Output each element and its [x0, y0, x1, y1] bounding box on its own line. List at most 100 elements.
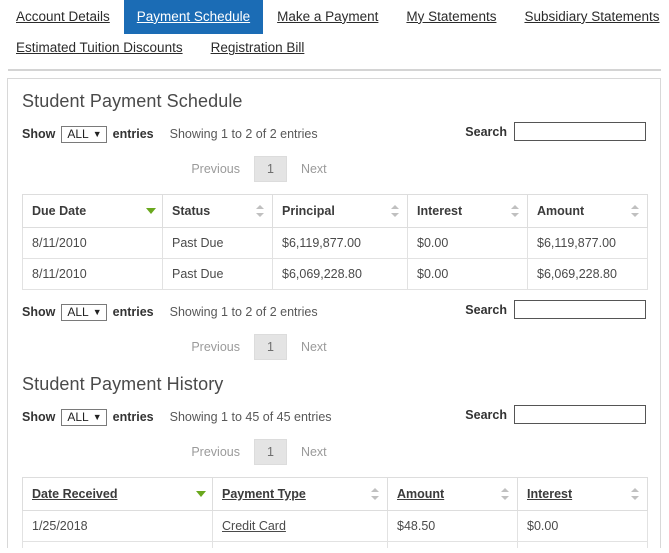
pagination-previous-button[interactable]: Previous: [181, 158, 250, 180]
payment-schedule-table: Due Date Status Principal Interest Amoun…: [22, 194, 648, 290]
pagination-next-button[interactable]: Next: [291, 336, 337, 358]
pagination-previous-button[interactable]: Previous: [181, 441, 250, 463]
chevron-down-icon: ▼: [92, 128, 102, 139]
sort-none-icon: [631, 205, 639, 217]
column-header-principal[interactable]: Principal: [272, 194, 408, 228]
column-header-amount[interactable]: Amount: [387, 477, 518, 511]
cell-status: Past Due: [162, 227, 273, 259]
column-header-amount[interactable]: Amount: [527, 194, 648, 228]
nav-tab-my-statements[interactable]: My Statements: [392, 3, 510, 31]
schedule-search-group-top: Search: [465, 122, 646, 141]
search-label: Search: [465, 124, 507, 139]
column-header-due-date[interactable]: Due Date: [22, 194, 163, 228]
sort-none-icon: [391, 205, 399, 217]
pagination-next-button[interactable]: Next: [291, 441, 337, 463]
cell-payment-type: Credit Card: [212, 541, 388, 548]
table-header-row: Date Received Payment Type Amount Intere…: [22, 477, 648, 511]
entries-label: entries: [112, 410, 154, 424]
entries-per-page-select[interactable]: ALL ▼: [61, 303, 107, 321]
main-navigation: Account Details Payment Schedule Make a …: [0, 0, 669, 71]
search-label: Search: [465, 302, 507, 317]
cell-principal: $6,119,877.00: [272, 227, 408, 259]
table-row: 1/25/2018 Credit Card $48.50 $0.00: [22, 510, 648, 542]
cell-interest: $0.00: [517, 510, 648, 542]
cell-amount: $48.50: [387, 510, 518, 542]
entries-label: entries: [112, 305, 154, 319]
entries-select-value: ALL: [67, 305, 89, 319]
search-label: Search: [465, 407, 507, 422]
pagination-page-1-button[interactable]: 1: [253, 156, 287, 182]
cell-interest: $0.00: [407, 258, 528, 290]
history-show-entries-top: Show ALL ▼ entries: [22, 408, 154, 426]
sort-descending-icon: [146, 205, 156, 217]
cell-amount: $156.00: [387, 541, 518, 548]
nav-tab-make-a-payment[interactable]: Make a Payment: [263, 3, 392, 31]
cell-principal: $6,069,228.80: [272, 258, 408, 290]
entries-per-page-select[interactable]: ALL ▼: [61, 408, 107, 426]
show-label: Show: [22, 410, 56, 424]
payment-history-table: Date Received Payment Type Amount Intere…: [22, 477, 648, 548]
schedule-search-group-bottom: Search: [465, 300, 646, 319]
payment-schedule-title: Student Payment Schedule: [22, 91, 243, 111]
pagination-page-1-button[interactable]: 1: [253, 439, 287, 465]
chevron-down-icon: ▼: [92, 306, 102, 317]
pagination-next-button[interactable]: Next: [291, 158, 337, 180]
cell-due-date: 8/11/2010: [22, 227, 163, 259]
chevron-down-icon: ▼: [92, 411, 102, 422]
payment-history-title: Student Payment History: [22, 374, 224, 394]
cell-status: Past Due: [162, 258, 273, 290]
schedule-search-input-top[interactable]: [514, 122, 646, 141]
cell-amount: $6,119,877.00: [527, 227, 648, 259]
show-label: Show: [22, 127, 56, 141]
nav-tab-estimated-tuition-discounts[interactable]: Estimated Tuition Discounts: [0, 34, 197, 62]
history-search-group-top: Search: [465, 405, 646, 424]
table-header-row: Due Date Status Principal Interest Amoun…: [22, 194, 648, 228]
cell-amount: $6,069,228.80: [527, 258, 648, 290]
pagination-page-1-button[interactable]: 1: [253, 334, 287, 360]
column-header-status[interactable]: Status: [162, 194, 273, 228]
sort-none-icon: [256, 205, 264, 217]
show-label: Show: [22, 305, 56, 319]
cell-due-date: 8/11/2010: [22, 258, 163, 290]
schedule-search-input-bottom[interactable]: [514, 300, 646, 319]
nav-tab-payment-schedule[interactable]: Payment Schedule: [123, 0, 264, 35]
schedule-info-top: Showing 1 to 2 of 2 entries: [169, 127, 318, 141]
schedule-show-entries-top: Show ALL ▼ entries: [22, 125, 154, 143]
nav-row-primary: Account Details Payment Schedule Make a …: [0, 0, 669, 35]
schedule-controls-top: Show ALL ▼ entries Showing 1 to 2 of 2 e…: [22, 122, 646, 146]
cell-payment-type: Credit Card: [212, 510, 388, 542]
cell-date-received: 1/22/2018: [22, 541, 213, 548]
sort-none-icon: [501, 488, 509, 500]
sort-none-icon: [511, 205, 519, 217]
schedule-pagination-bottom: Previous 1 Next: [22, 334, 646, 360]
nav-tab-subsidiary-statements[interactable]: Subsidiary Statements: [510, 3, 669, 31]
entries-label: entries: [112, 127, 154, 141]
entries-per-page-select[interactable]: ALL ▼: [61, 125, 107, 143]
pagination-previous-button[interactable]: Previous: [181, 336, 250, 358]
column-header-interest[interactable]: Interest: [517, 477, 648, 511]
schedule-show-entries-bottom: Show ALL ▼ entries: [22, 303, 154, 321]
table-row: 8/11/2010 Past Due $6,119,877.00 $0.00 $…: [22, 227, 648, 259]
nav-tab-account-details[interactable]: Account Details: [0, 3, 124, 31]
entries-select-value: ALL: [67, 127, 89, 141]
schedule-pagination-top: Previous 1 Next: [22, 156, 646, 182]
column-header-date-received[interactable]: Date Received: [22, 477, 213, 511]
content-panel: Student Payment Schedule Show ALL ▼ entr…: [7, 78, 661, 548]
cell-date-received: 1/25/2018: [22, 510, 213, 542]
nav-tab-registration-bill[interactable]: Registration Bill: [197, 34, 319, 62]
schedule-controls-bottom: Show ALL ▼ entries Showing 1 to 2 of 2 e…: [22, 300, 646, 324]
sort-none-icon: [371, 488, 379, 500]
entries-select-value: ALL: [67, 410, 89, 424]
column-header-interest[interactable]: Interest: [407, 194, 528, 228]
sort-descending-icon: [196, 488, 206, 500]
payment-type-link[interactable]: Credit Card: [222, 519, 286, 533]
history-info-top: Showing 1 to 45 of 45 entries: [169, 410, 332, 424]
column-header-payment-type[interactable]: Payment Type: [212, 477, 388, 511]
sort-none-icon: [631, 488, 639, 500]
table-row: 1/22/2018 Credit Card $156.00 $0.00: [22, 541, 648, 548]
schedule-info-bottom: Showing 1 to 2 of 2 entries: [169, 305, 318, 319]
table-row: 8/11/2010 Past Due $6,069,228.80 $0.00 $…: [22, 258, 648, 290]
history-pagination-top: Previous 1 Next: [22, 439, 646, 465]
nav-divider: [8, 69, 661, 71]
history-search-input-top[interactable]: [514, 405, 646, 424]
